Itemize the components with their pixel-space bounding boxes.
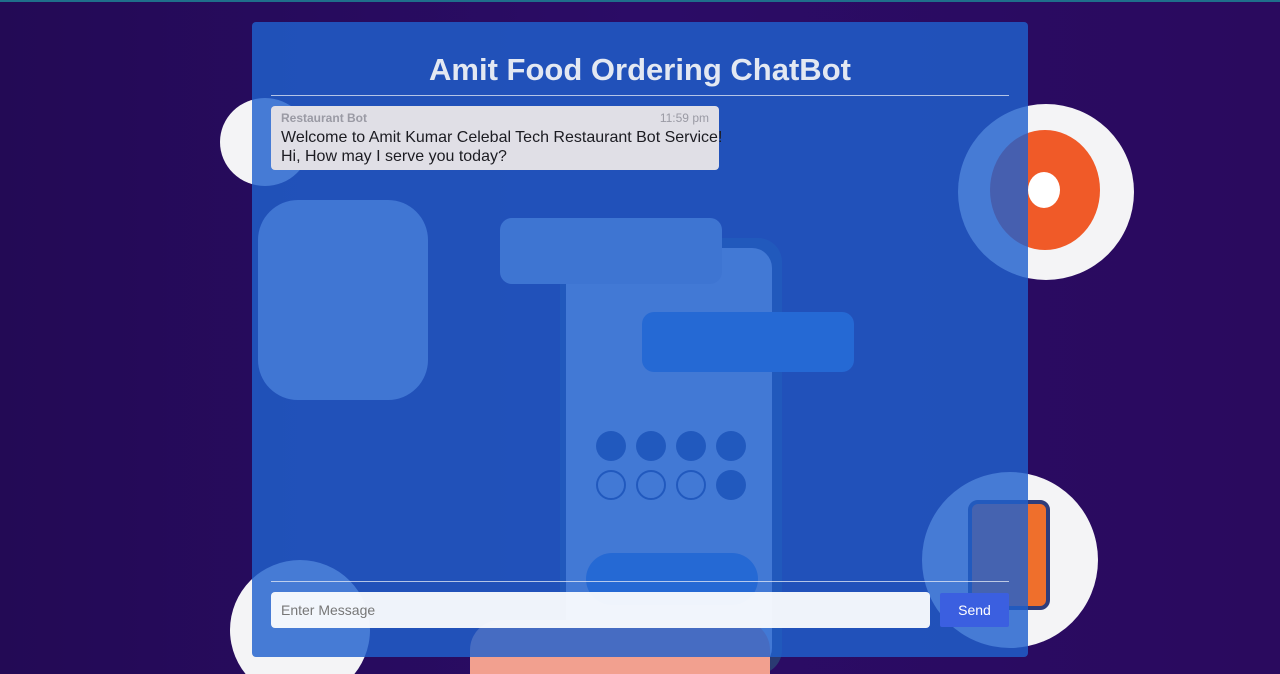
message-text: Welcome to Amit Kumar Celebal Tech Resta…	[281, 129, 723, 146]
bot-message: Restaurant Bot 11:59 pm Welcome to Amit …	[271, 106, 723, 170]
divider	[271, 581, 1009, 582]
message-text: Hi, How may I serve you today?	[281, 148, 507, 165]
message-input[interactable]	[271, 592, 930, 628]
top-accent-line	[0, 0, 1280, 2]
message-sender: Restaurant Bot	[281, 111, 368, 125]
message-time: 11:59 pm	[659, 111, 709, 125]
divider	[271, 95, 1009, 96]
page-title: Amit Food Ordering ChatBot	[429, 52, 851, 87]
send-button[interactable]: Send	[940, 593, 1009, 627]
chat-panel: Amit Food Ordering ChatBot Restaurant Bo…	[252, 22, 1028, 657]
